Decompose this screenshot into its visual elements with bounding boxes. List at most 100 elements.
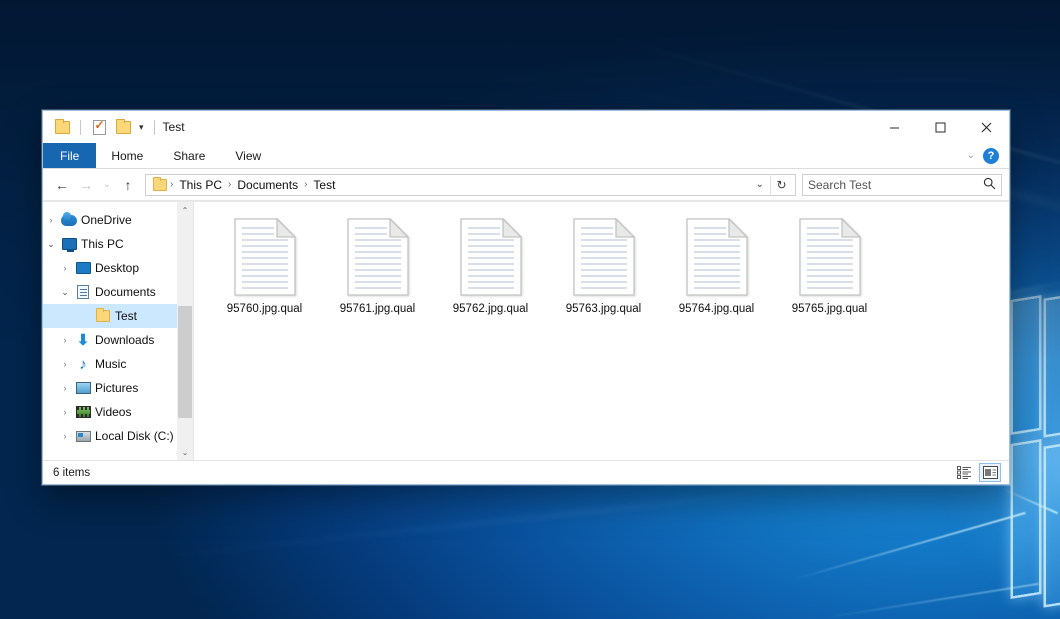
list-item[interactable]: 95760.jpg.qual <box>208 216 321 334</box>
search-icon[interactable] <box>983 177 996 193</box>
sidebar-item-label: OneDrive <box>79 213 132 227</box>
window-controls <box>871 111 1009 143</box>
forward-button[interactable]: → <box>74 173 98 197</box>
folder-icon <box>93 310 113 322</box>
title-bar: ▾ Test <box>43 111 1009 143</box>
local-disk-icon <box>73 431 93 442</box>
tab-view[interactable]: View <box>220 143 276 168</box>
minimize-button[interactable] <box>871 111 917 143</box>
explorer-body: › OneDrive ⌄ This PC › Desktop ⌄ <box>43 201 1009 460</box>
sidebar-item-this-pc[interactable]: ⌄ This PC <box>43 232 193 256</box>
list-item[interactable]: 95765.jpg.qual <box>773 216 886 334</box>
chevron-right-icon[interactable]: › <box>57 407 73 417</box>
sidebar-item-test[interactable]: Test <box>43 304 193 328</box>
sidebar-item-label: This PC <box>79 237 124 251</box>
pictures-icon <box>73 382 93 394</box>
chevron-right-icon[interactable]: › <box>57 383 73 393</box>
sidebar-item-label: Documents <box>93 285 156 299</box>
navigation-scrollbar[interactable]: ⌃ ⌄ <box>177 202 193 460</box>
sidebar-item-music[interactable]: › ♪ Music <box>43 352 193 376</box>
sidebar-item-label: Pictures <box>93 381 138 395</box>
chevron-right-icon[interactable]: › <box>43 215 59 225</box>
breadcrumb: › This PC › Documents › Test <box>151 175 750 195</box>
tab-file[interactable]: File <box>43 143 96 168</box>
large-icons-view-button[interactable] <box>979 463 1001 482</box>
sidebar-item-label: Desktop <box>93 261 139 275</box>
file-name-label: 95760.jpg.qual <box>227 302 302 316</box>
tab-share[interactable]: Share <box>158 143 220 168</box>
window-title: Test <box>163 120 185 134</box>
folder-icon[interactable] <box>52 117 72 137</box>
file-grid: 95760.jpg.qual <box>208 216 1009 334</box>
quick-access-toolbar: ▾ <box>43 117 146 137</box>
ribbon-tabs: File Home Share View ⌄ ? <box>43 143 1009 169</box>
chevron-right-icon[interactable]: › <box>57 431 73 441</box>
refresh-icon[interactable]: ↻ <box>770 174 792 196</box>
item-count-label: 6 items <box>53 467 90 479</box>
list-item[interactable]: 95764.jpg.qual <box>660 216 773 334</box>
chevron-right-icon[interactable]: › <box>57 335 73 345</box>
help-icon[interactable]: ? <box>983 148 999 164</box>
up-button[interactable]: ↑ <box>116 173 140 197</box>
scrollbar-thumb[interactable] <box>178 306 192 418</box>
chevron-down-icon[interactable]: ▾ <box>137 123 146 132</box>
details-view-button[interactable] <box>953 463 975 482</box>
chevron-down-icon[interactable]: ⌄ <box>57 287 73 298</box>
this-pc-icon <box>59 238 79 250</box>
close-button[interactable] <box>963 111 1009 143</box>
new-folder-icon[interactable] <box>113 117 133 137</box>
sidebar-item-videos[interactable]: › Videos <box>43 400 193 424</box>
chevron-down-icon[interactable]: ⌄ <box>750 179 770 190</box>
chevron-down-icon[interactable]: ⌄ <box>967 150 975 161</box>
recent-locations-icon[interactable]: ⌄ <box>98 173 116 197</box>
documents-icon <box>73 285 93 299</box>
list-item[interactable]: 95762.jpg.qual <box>434 216 547 334</box>
file-name-label: 95763.jpg.qual <box>566 302 641 316</box>
list-item[interactable]: 95761.jpg.qual <box>321 216 434 334</box>
generic-document-icon <box>460 218 522 296</box>
sidebar-item-label: Local Disk (C:) <box>93 429 174 443</box>
scroll-down-icon[interactable]: ⌄ <box>177 444 193 460</box>
breadcrumb-documents[interactable]: Documents <box>232 175 303 195</box>
music-icon: ♪ <box>73 357 93 372</box>
chevron-down-icon[interactable]: ⌄ <box>43 239 59 250</box>
scrollbar-track[interactable] <box>177 218 193 444</box>
properties-icon[interactable] <box>89 117 109 137</box>
file-name-label: 95761.jpg.qual <box>340 302 415 316</box>
back-button[interactable]: ← <box>50 173 74 197</box>
file-name-label: 95764.jpg.qual <box>679 302 754 316</box>
chevron-right-icon[interactable]: › <box>57 359 73 369</box>
search-input[interactable] <box>808 178 983 192</box>
list-item[interactable]: 95763.jpg.qual <box>547 216 660 334</box>
scroll-up-icon[interactable]: ⌃ <box>177 202 193 218</box>
folder-icon[interactable] <box>153 179 167 191</box>
sidebar-item-label: Test <box>113 309 137 323</box>
navigation-pane: › OneDrive ⌄ This PC › Desktop ⌄ <box>43 202 193 460</box>
breadcrumb-test[interactable]: Test <box>308 175 340 195</box>
onedrive-icon <box>59 215 79 226</box>
address-bar-row: ← → ⌄ ↑ › This PC › Documents › Test ⌄ ↻ <box>43 169 1009 201</box>
generic-document-icon <box>347 218 409 296</box>
sidebar-item-downloads[interactable]: › ⬇ Downloads <box>43 328 193 352</box>
generic-document-icon <box>234 218 296 296</box>
sidebar-item-label: Downloads <box>93 333 154 347</box>
file-name-label: 95765.jpg.qual <box>792 302 867 316</box>
search-box[interactable] <box>802 174 1002 196</box>
sidebar-item-onedrive[interactable]: › OneDrive <box>43 208 193 232</box>
address-bar[interactable]: › This PC › Documents › Test ⌄ ↻ <box>145 174 796 196</box>
sidebar-item-desktop[interactable]: › Desktop <box>43 256 193 280</box>
file-explorer-window: ▾ Test File Home Share View <box>42 110 1010 485</box>
sidebar-item-documents[interactable]: ⌄ Documents <box>43 280 193 304</box>
tab-home[interactable]: Home <box>96 143 158 168</box>
chevron-right-icon[interactable]: › <box>57 263 73 273</box>
file-list-pane[interactable]: 95760.jpg.qual <box>193 202 1009 460</box>
generic-document-icon <box>573 218 635 296</box>
title-divider <box>154 120 155 135</box>
generic-document-icon <box>686 218 748 296</box>
toolbar-divider <box>80 120 81 135</box>
file-name-label: 95762.jpg.qual <box>453 302 528 316</box>
sidebar-item-local-disk[interactable]: › Local Disk (C:) <box>43 424 193 448</box>
maximize-button[interactable] <box>917 111 963 143</box>
sidebar-item-pictures[interactable]: › Pictures <box>43 376 193 400</box>
breadcrumb-this-pc[interactable]: This PC <box>174 175 227 195</box>
